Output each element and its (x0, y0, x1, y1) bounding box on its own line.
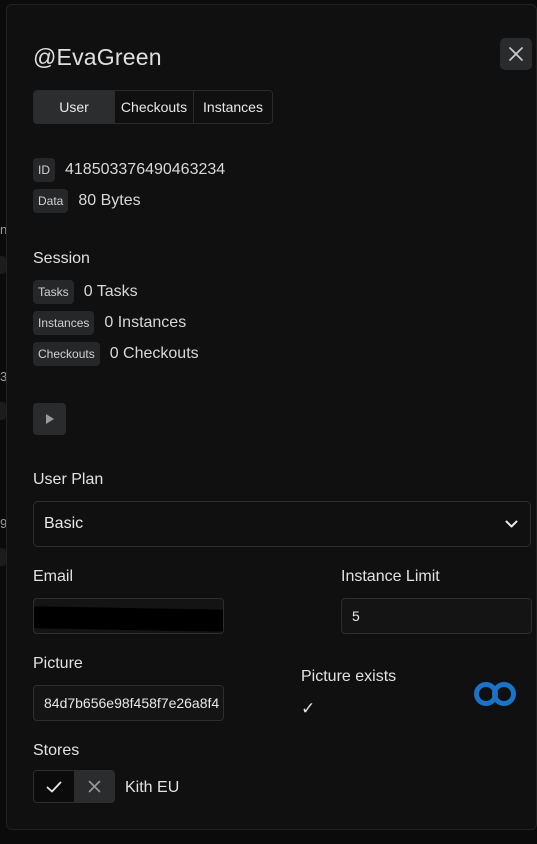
close-icon (509, 47, 523, 61)
checkouts-row: Checkouts 0 Checkouts (33, 342, 199, 366)
id-row: ID 418503376490463234 (33, 158, 225, 182)
tasks-badge: Tasks (33, 280, 74, 304)
instances-row: Instances 0 Instances (33, 311, 186, 335)
avatar-logo-icon (474, 682, 516, 706)
check-icon (46, 781, 62, 792)
store-name: Kith EU (125, 779, 180, 796)
store-enable-button[interactable] (34, 771, 74, 802)
user-plan-select[interactable]: Basic (33, 501, 531, 547)
instance-limit-label: Instance Limit (341, 568, 440, 585)
start-session-button[interactable] (33, 403, 66, 435)
instances-badge: Instances (33, 311, 95, 335)
picture-field[interactable]: 84d7b656e98f458f7e26a8f4 (33, 685, 224, 721)
data-row: Data 80 Bytes (33, 189, 141, 213)
data-badge: Data (33, 189, 69, 213)
tasks-row: Tasks 0 Tasks (33, 280, 138, 304)
store-toggle[interactable] (33, 770, 115, 803)
session-heading: Session (33, 250, 90, 267)
checkouts-badge: Checkouts (33, 342, 100, 366)
user-modal: @EvaGreen User Checkouts Instances ID 41… (6, 4, 537, 830)
email-field[interactable] (33, 598, 224, 634)
store-disable-button[interactable] (74, 771, 114, 802)
tab-user[interactable]: User (34, 91, 114, 123)
data-value: 80 Bytes (78, 192, 141, 209)
x-icon (88, 780, 100, 793)
close-button[interactable] (500, 38, 532, 70)
chevron-down-icon (505, 520, 518, 528)
modal-title: @EvaGreen (33, 44, 162, 70)
instance-limit-field[interactable]: 5 (341, 598, 532, 634)
redaction-mark (34, 606, 223, 632)
picture-label: Picture (33, 655, 83, 672)
instances-value: 0 Instances (104, 314, 187, 331)
id-badge: ID (33, 158, 55, 182)
picture-value: 84d7b656e98f458f7e26a8f4 (44, 695, 220, 711)
stores-label: Stores (33, 742, 80, 759)
picture-exists-check: ✓ (301, 699, 316, 718)
id-value: 418503376490463234 (65, 161, 226, 178)
picture-exists-label: Picture exists (301, 668, 397, 685)
user-plan-value: Basic (44, 515, 84, 532)
email-label: Email (33, 568, 74, 585)
tab-instances[interactable]: Instances (193, 91, 272, 123)
tasks-value: 0 Tasks (83, 283, 138, 300)
tab-checkouts[interactable]: Checkouts (114, 91, 193, 123)
instance-limit-value: 5 (352, 608, 360, 624)
checkouts-value: 0 Checkouts (109, 345, 199, 362)
play-icon (45, 414, 54, 424)
user-plan-label: User Plan (33, 471, 104, 488)
tab-bar: User Checkouts Instances (33, 90, 273, 124)
